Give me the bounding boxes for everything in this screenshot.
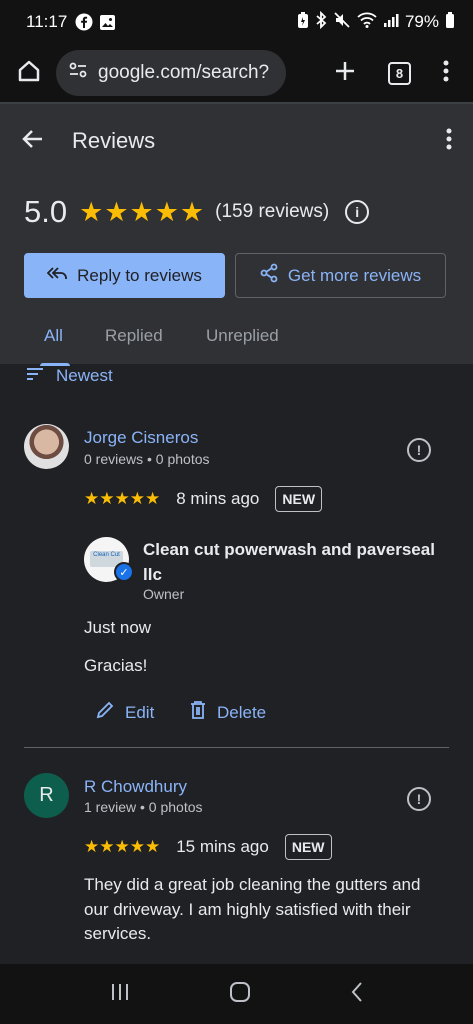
verified-check-icon: ✓ (114, 562, 134, 582)
owner-role: Owner (143, 586, 185, 602)
review-stars: ★★★★★ (84, 837, 161, 856)
pencil-icon (95, 700, 115, 725)
site-settings-icon[interactable] (68, 60, 88, 86)
url-text: google.com/search? (98, 62, 270, 83)
trash-icon (189, 700, 207, 725)
avatar[interactable]: R (24, 773, 69, 818)
flag-icon[interactable]: ! (407, 438, 431, 462)
review-text: They did a great job cleaning the gutter… (84, 875, 421, 943)
wifi-icon (357, 11, 377, 34)
sort-button[interactable]: Newest (26, 366, 113, 386)
avatar[interactable] (24, 424, 69, 469)
rating-value: 5.0 (24, 194, 68, 229)
review-rating-line: ★★★★★ 8 mins ago NEW (84, 486, 323, 512)
reviewer-name[interactable]: R Chowdhury (84, 777, 187, 797)
browser-toolbar: google.com/search? 8 (0, 44, 473, 102)
edit-reply-button[interactable]: Edit (95, 700, 154, 725)
facebook-icon (75, 13, 93, 31)
back-button-icon[interactable] (350, 981, 364, 1008)
share-icon (260, 263, 278, 288)
reviewer-meta: 1 review • 0 photos (84, 799, 203, 815)
delete-reply-button[interactable]: Delete (189, 700, 266, 725)
get-more-reviews-button[interactable]: Get more reviews (235, 253, 446, 298)
reply-to-reviews-button[interactable]: Reply to reviews (24, 253, 225, 298)
rating-summary: 5.0 ★★★★★ (159 reviews) i (24, 194, 370, 230)
divider (24, 747, 449, 748)
edit-label: Edit (125, 702, 155, 722)
sort-label: Newest (56, 366, 113, 385)
home-button-icon[interactable] (229, 981, 251, 1008)
reviews-header: Reviews 5.0 ★★★★★ (159 reviews) i Reply … (0, 102, 473, 366)
tab-switcher-button[interactable]: 8 (388, 61, 411, 85)
battery-percent: 79% (404, 12, 439, 31)
reviewer-meta: 0 reviews • 0 photos (84, 451, 210, 467)
battery-saver-icon (297, 11, 309, 34)
delete-label: Delete (217, 702, 267, 722)
new-tab-icon[interactable] (334, 60, 356, 87)
address-bar[interactable]: google.com/search? (56, 50, 286, 96)
reply-text: Gracias! (84, 656, 148, 675)
status-bar: 11:17 79% (0, 0, 473, 44)
gallery-icon (99, 14, 116, 31)
new-badge: NEW (275, 486, 323, 512)
sort-icon (26, 366, 44, 386)
tab-all[interactable]: All (44, 326, 63, 346)
system-nav-bar (0, 964, 473, 1024)
reviewer-name[interactable]: Jorge Cisneros (84, 428, 198, 448)
review-tabs: All Replied Unreplied (0, 316, 473, 366)
info-icon[interactable]: i (345, 200, 370, 224)
review-count: (159 reviews) (215, 201, 330, 222)
review-rating-line: ★★★★★ 15 mins ago NEW (84, 834, 332, 860)
home-icon[interactable] (16, 58, 42, 89)
battery-icon (445, 11, 455, 34)
mute-icon (333, 11, 351, 34)
more-options-icon[interactable] (446, 128, 452, 155)
bluetooth-icon (315, 10, 327, 34)
recent-apps-icon[interactable] (109, 982, 131, 1007)
review-stars: ★★★★★ (84, 489, 161, 508)
reply-to-reviews-label: Reply to reviews (77, 265, 202, 285)
flag-icon[interactable]: ! (407, 787, 431, 811)
new-badge: NEW (284, 834, 332, 860)
review-time: 15 mins ago (176, 837, 269, 856)
tab-replied[interactable]: Replied (105, 326, 163, 346)
back-arrow-icon[interactable] (22, 129, 44, 154)
review-time: 8 mins ago (176, 489, 260, 508)
get-more-reviews-label: Get more reviews (287, 265, 422, 285)
owner-name: Clean cut powerwash and paverseal llc (143, 540, 435, 584)
page-title: Reviews (72, 128, 156, 153)
reply-all-icon (46, 265, 68, 286)
status-time: 11:17 (26, 12, 68, 31)
browser-menu-icon[interactable] (443, 60, 449, 87)
reply-time: Just now (84, 618, 152, 637)
tab-unreplied[interactable]: Unreplied (206, 326, 279, 346)
signal-icon (383, 12, 399, 33)
rating-stars: ★★★★★ (79, 196, 206, 227)
